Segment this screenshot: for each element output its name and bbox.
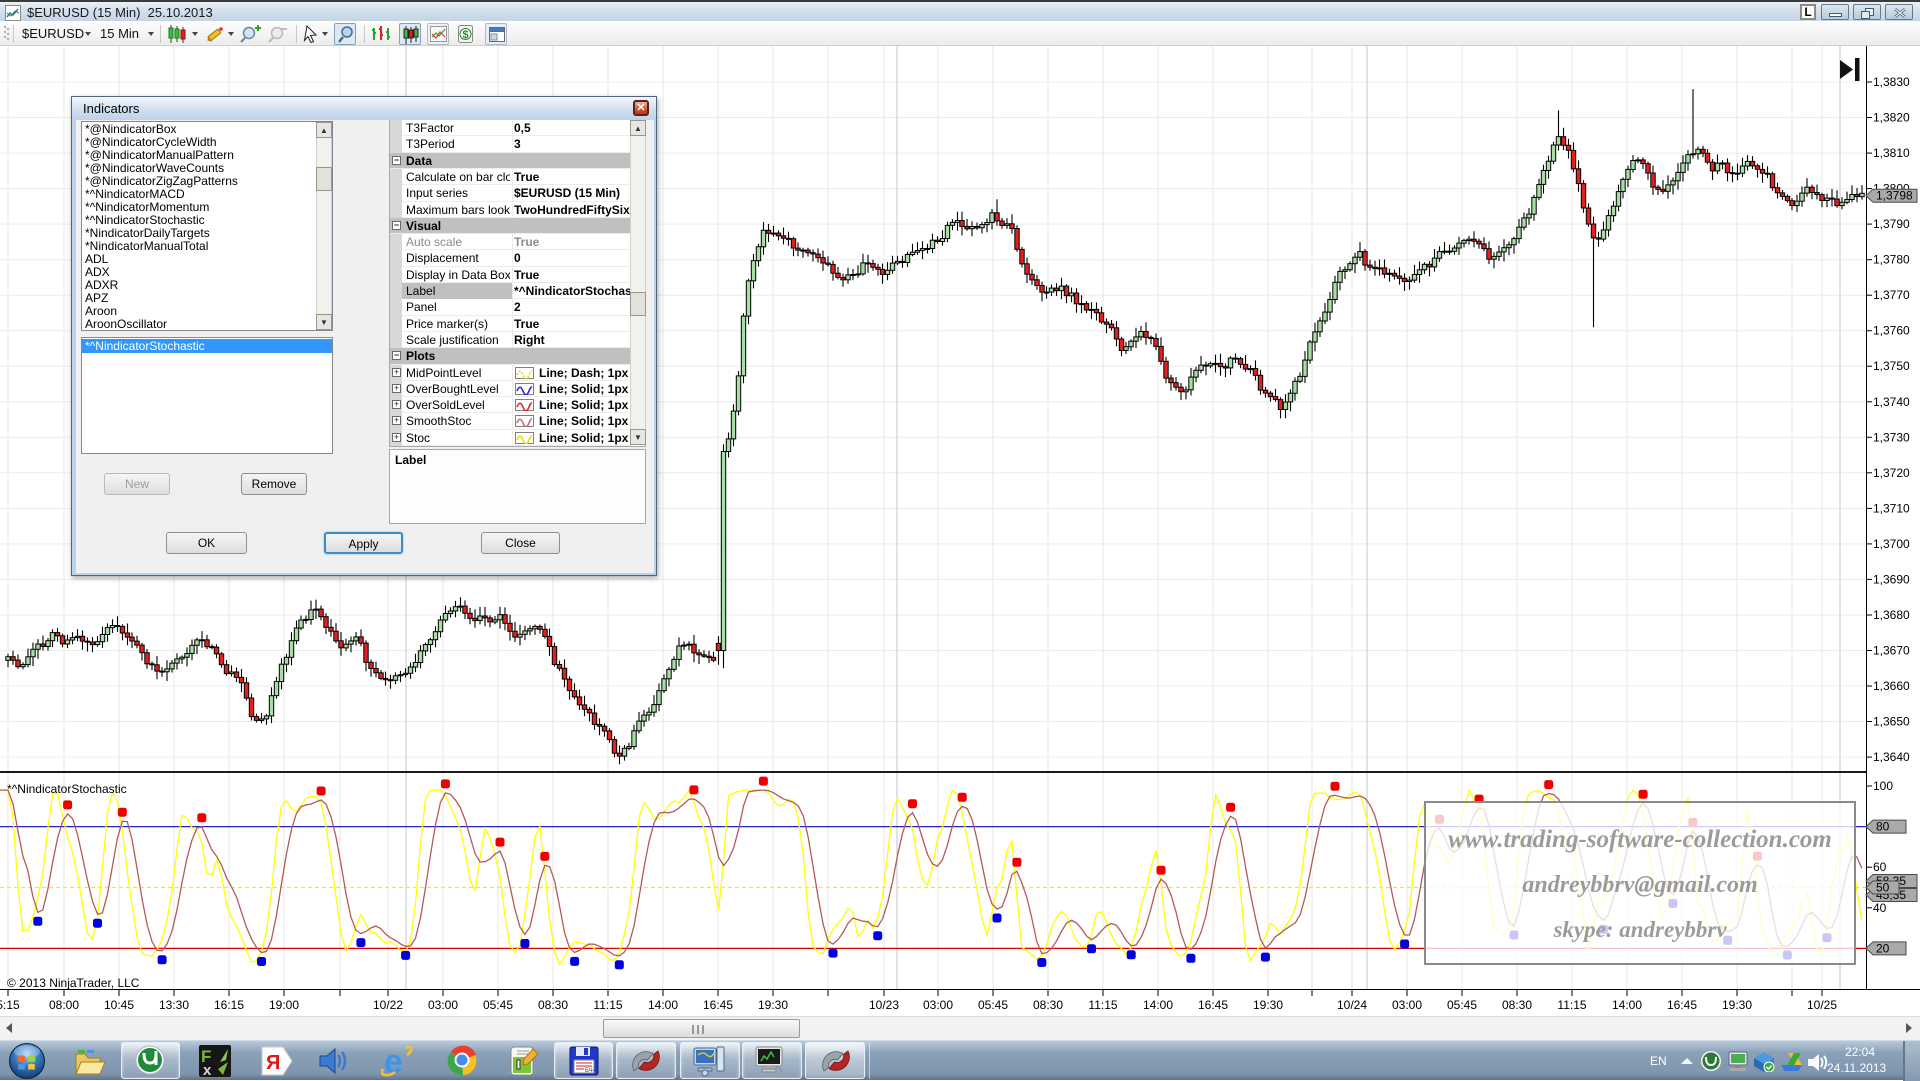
svg-text:50: 50 (1876, 881, 1890, 895)
svg-text:1,3730: 1,3730 (1873, 430, 1910, 444)
svg-text:www.trading-software-collectio: www.trading-software-collection.com (1448, 826, 1832, 853)
svg-text:$: $ (462, 29, 468, 41)
svg-text:1,3680: 1,3680 (1873, 608, 1910, 622)
svg-text:05:45: 05:45 (483, 998, 513, 1012)
svg-text:08:30: 08:30 (1502, 998, 1532, 1012)
svg-text:andreybbrv@gmail.com: andreybbrv@gmail.com (1522, 872, 1757, 898)
svg-text:11:15: 11:15 (1088, 998, 1117, 1012)
svg-text:19:30: 19:30 (1722, 998, 1752, 1012)
svg-text:11:15: 11:15 (1557, 998, 1586, 1012)
svg-text:1,3810: 1,3810 (1873, 146, 1910, 160)
svg-text:13:30: 13:30 (159, 998, 189, 1012)
svg-text:1,3740: 1,3740 (1873, 395, 1910, 409)
svg-text:05:45: 05:45 (1447, 998, 1477, 1012)
svg-text:10/24: 10/24 (1337, 998, 1367, 1012)
svg-text:x: x (203, 1062, 212, 1077)
svg-text:16:45: 16:45 (1198, 998, 1228, 1012)
svg-text:19:30: 19:30 (758, 998, 788, 1012)
svg-text:10/23: 10/23 (869, 998, 899, 1012)
svg-text:1,3690: 1,3690 (1873, 572, 1910, 586)
svg-text:1,3640: 1,3640 (1873, 750, 1910, 764)
svg-text:05:45: 05:45 (978, 998, 1008, 1012)
svg-text:1,3770: 1,3770 (1873, 288, 1910, 302)
svg-text:Я: Я (266, 1052, 280, 1074)
svg-text:10:45: 10:45 (104, 998, 134, 1012)
svg-text:1,3760: 1,3760 (1873, 324, 1910, 338)
svg-text:08:30: 08:30 (1033, 998, 1063, 1012)
svg-text:5:15: 5:15 (0, 998, 20, 1012)
svg-text:1,3750: 1,3750 (1873, 359, 1910, 373)
svg-text:08:30: 08:30 (538, 998, 568, 1012)
svg-text:1,3798: 1,3798 (1876, 189, 1913, 203)
svg-text:1,3710: 1,3710 (1873, 501, 1910, 515)
svg-text:14:00: 14:00 (648, 998, 678, 1012)
svg-text:14:00: 14:00 (1612, 998, 1642, 1012)
svg-text:14:00: 14:00 (1143, 998, 1173, 1012)
svg-text:03:00: 03:00 (923, 998, 953, 1012)
svg-text:20: 20 (1876, 941, 1890, 955)
svg-text:1,3650: 1,3650 (1873, 715, 1910, 729)
svg-text:skype: andreybbrv: skype: andreybbrv (1552, 917, 1727, 942)
svg-text:16:45: 16:45 (1667, 998, 1697, 1012)
svg-text:19:30: 19:30 (1253, 998, 1283, 1012)
svg-text:03:00: 03:00 (1392, 998, 1422, 1012)
svg-text:16:15: 16:15 (214, 998, 244, 1012)
svg-text:1,3660: 1,3660 (1873, 679, 1910, 693)
svg-text:БЧ-: БЧ- (585, 1068, 595, 1074)
svg-text:1,3820: 1,3820 (1873, 111, 1910, 125)
svg-text:40: 40 (1873, 901, 1887, 915)
svg-text:08:00: 08:00 (49, 998, 79, 1012)
svg-text:1,3780: 1,3780 (1873, 253, 1910, 267)
svg-text:11:15: 11:15 (593, 998, 622, 1012)
svg-text:10/25: 10/25 (1807, 998, 1837, 1012)
svg-text:© 2013 NinjaTrader, LLC: © 2013 NinjaTrader, LLC (7, 976, 140, 990)
svg-text:1,3720: 1,3720 (1873, 466, 1910, 480)
svg-text:100: 100 (1873, 779, 1893, 793)
svg-text:19:00: 19:00 (269, 998, 299, 1012)
svg-text:1,3670: 1,3670 (1873, 644, 1910, 658)
svg-text:80: 80 (1876, 820, 1890, 834)
svg-text:1,3830: 1,3830 (1873, 75, 1910, 89)
svg-text:*^NindicatorStochastic: *^NindicatorStochastic (7, 782, 127, 796)
svg-text:60: 60 (1873, 860, 1887, 874)
svg-text:16:45: 16:45 (703, 998, 733, 1012)
svg-text:1,3700: 1,3700 (1873, 537, 1910, 551)
svg-text:10/22: 10/22 (373, 998, 403, 1012)
svg-text:03:00: 03:00 (428, 998, 458, 1012)
svg-text:1,3790: 1,3790 (1873, 217, 1910, 231)
